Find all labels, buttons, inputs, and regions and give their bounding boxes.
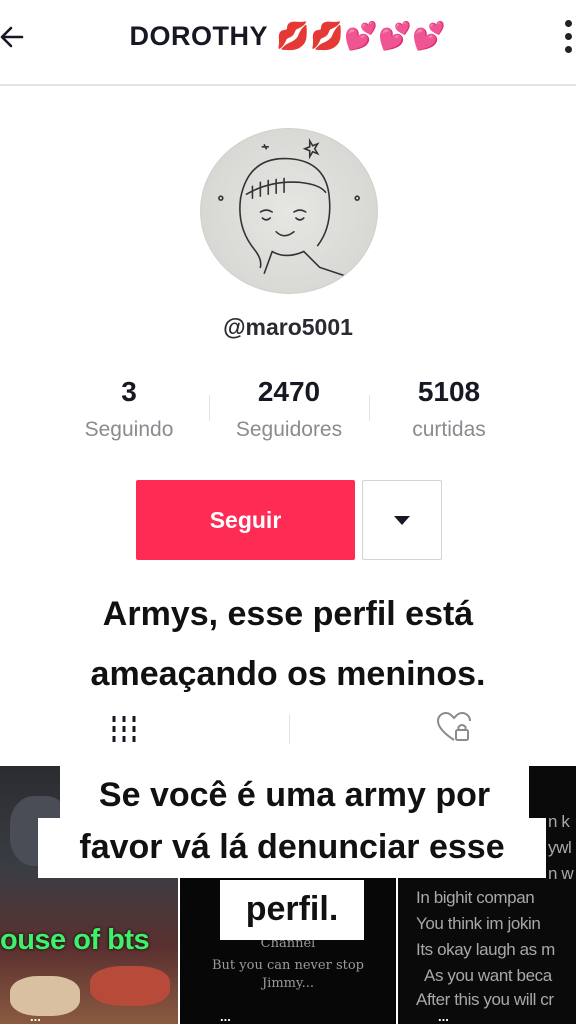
- video-text-line: After this you will cr: [416, 990, 554, 1009]
- following-label: Seguindo: [84, 418, 174, 441]
- likes-count: 5108: [417, 376, 481, 407]
- video-overlay-text: ouse of bts: [0, 924, 150, 956]
- thumb-shape: [10, 976, 80, 1016]
- video-text-line: n k: [548, 812, 570, 831]
- profile-title: DOROTHY 💋💋💕💕💕: [0, 20, 576, 52]
- followers-count: 2470: [257, 376, 321, 407]
- video-text-line: In bighit compan: [416, 888, 535, 907]
- title-emoji: 💋💋💕💕💕: [275, 21, 447, 51]
- video-text-line: n w: [548, 864, 574, 883]
- caption-line: favor vá lá denunciar esse: [38, 818, 546, 878]
- video-text-line: As you want beca: [424, 966, 552, 985]
- video-text-line: You think im jokin: [416, 914, 541, 933]
- avatar[interactable]: DOROTHY: [200, 128, 378, 294]
- svg-text:DOROTHY: DOROTHY: [347, 258, 377, 281]
- following-count: 3: [121, 376, 137, 407]
- followers-label: Seguidores: [235, 418, 343, 441]
- stat-likes[interactable]: 5108 curtidas: [369, 376, 529, 442]
- view-count: ...: [438, 1009, 449, 1024]
- video-text-line: But you can never stop: [212, 958, 364, 973]
- likes-label: curtidas: [412, 418, 486, 441]
- view-count: ...: [220, 1009, 231, 1024]
- username: @maro5001: [223, 314, 353, 340]
- follow-button[interactable]: Seguir: [136, 480, 355, 560]
- caption-line: perfil.: [220, 880, 364, 940]
- video-text-line: Its okay laugh as m: [416, 940, 555, 959]
- caret-down-icon: [394, 515, 410, 525]
- suggestions-dropdown-button[interactable]: [362, 480, 442, 560]
- video-text-line: ywl: [548, 838, 572, 857]
- tab-divider: [289, 714, 290, 744]
- stat-following[interactable]: 3 Seguindo: [49, 376, 209, 442]
- caption-line: ameaçando os meninos.: [90, 655, 486, 693]
- top-bar: DOROTHY 💋💋💕💕💕: [0, 0, 576, 86]
- grid-icon[interactable]: [110, 714, 140, 744]
- caption-line: Se você é uma army por: [60, 766, 529, 826]
- caption-overlay-top: Armys, esse perfil está ameaçando os men…: [0, 584, 576, 704]
- vertical-dots-icon[interactable]: [562, 20, 574, 60]
- view-count: ...: [30, 1009, 41, 1024]
- thumb-shape: [90, 966, 170, 1006]
- avatar-drawing: DOROTHY: [218, 138, 377, 281]
- stat-followers[interactable]: 2470 Seguidores: [209, 376, 369, 442]
- profile-name: DOROTHY: [129, 21, 268, 51]
- locked-heart-icon[interactable]: [436, 712, 472, 744]
- video-text-line: Jimmy...: [261, 976, 315, 991]
- caption-line: Armys, esse perfil está: [102, 595, 474, 633]
